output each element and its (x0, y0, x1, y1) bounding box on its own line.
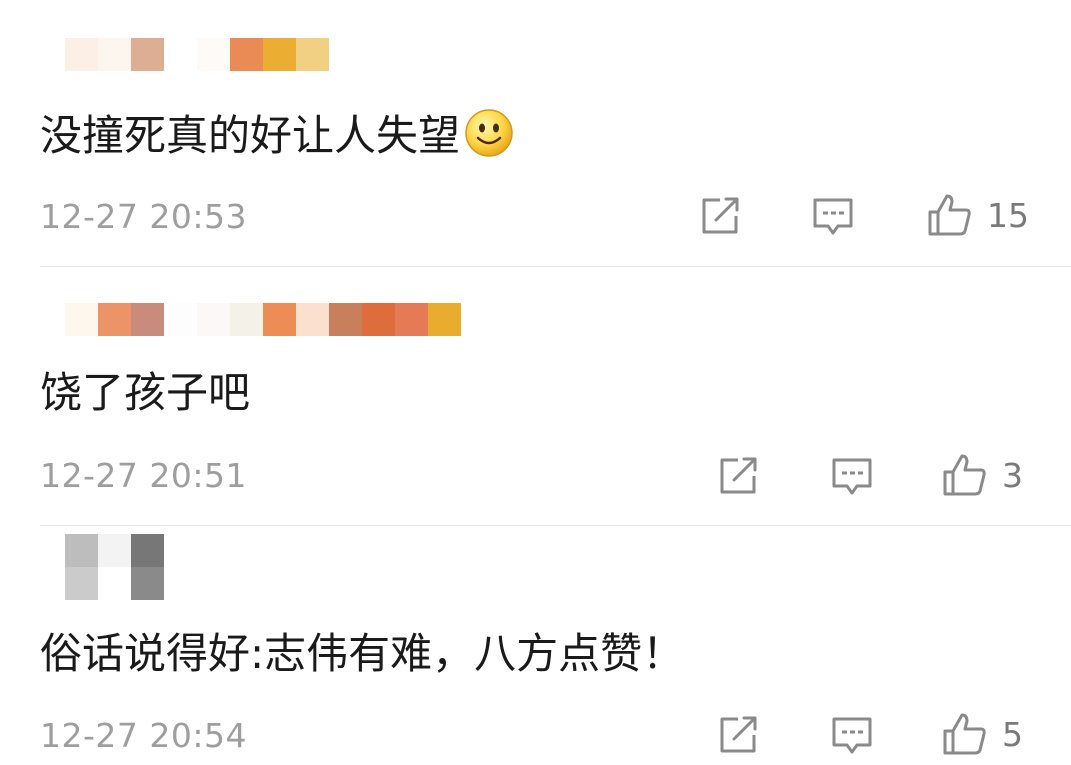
mosaic-block (65, 567, 98, 600)
reply-button[interactable] (831, 457, 873, 497)
mosaic-block (395, 303, 428, 336)
thumbs-up-icon (943, 454, 986, 496)
timestamp: 12-27 20:51 (40, 456, 247, 495)
mosaic-block (197, 303, 230, 336)
mosaic-block (230, 303, 263, 336)
mosaic-block (296, 303, 329, 336)
mosaic-block (329, 303, 362, 336)
like-button[interactable]: 3 (942, 453, 1023, 497)
thumbs-up-icon (928, 194, 971, 236)
like-button[interactable]: 5 (942, 712, 1023, 756)
timestamp: 12-27 20:54 (40, 716, 247, 755)
comment-icon (832, 717, 872, 754)
mosaic-block (230, 38, 263, 71)
like-count: 5 (1002, 714, 1023, 754)
timestamp: 12-27 20:53 (40, 197, 247, 236)
mosaic-row (40, 534, 164, 567)
comment-text: 俗话说得好:志伟有难，八方点赞！ (40, 629, 685, 678)
mosaic-column (428, 270, 461, 336)
like-count: 3 (1002, 455, 1023, 495)
mosaic-block (428, 303, 461, 336)
mosaic-block (131, 38, 164, 71)
username-pixelated[interactable] (40, 38, 329, 71)
mosaic-block (65, 38, 98, 71)
mosaic-block (263, 303, 296, 336)
share-button[interactable] (718, 457, 758, 495)
comment-body: 没撞死真的好让人失望 (40, 111, 461, 160)
mosaic-block (131, 303, 164, 336)
like-button[interactable]: 15 (927, 193, 1029, 237)
mosaic-block (98, 534, 131, 567)
thumbs-up-icon (943, 713, 986, 755)
mosaic-block (98, 303, 131, 336)
mosaic-block (131, 567, 164, 600)
comment-item: 饶了孩子吧 12-27 20:51 3 (0, 267, 1071, 525)
mosaic-block (428, 270, 461, 303)
mosaic-block (197, 38, 230, 71)
mosaic-block (65, 303, 98, 336)
comment-text: 饶了孩子吧 (40, 368, 251, 417)
reply-button[interactable] (812, 197, 854, 237)
username-pixelated[interactable] (40, 534, 164, 600)
mosaic-block (98, 567, 131, 600)
comment-text: 没撞死真的好让人失望 (40, 108, 514, 162)
mosaic-row (40, 567, 164, 600)
like-count: 15 (987, 195, 1029, 235)
share-icon (720, 457, 757, 494)
mosaic-block (296, 38, 329, 71)
mosaic-block (164, 38, 197, 71)
share-button[interactable] (718, 716, 758, 754)
comment-icon (832, 458, 872, 495)
mosaic-block (65, 534, 98, 567)
share-icon (720, 716, 757, 753)
comment-item: 俗话说得好:志伟有难，八方点赞！ 12-27 20:54 5 (0, 526, 1071, 765)
smiley-emoji-icon (464, 108, 514, 158)
mosaic-block (131, 534, 164, 567)
username-pixelated[interactable] (40, 270, 461, 336)
mosaic-block (263, 38, 296, 71)
share-button[interactable] (700, 197, 740, 235)
mosaic-block (362, 303, 395, 336)
reply-button[interactable] (831, 716, 873, 756)
comment-icon (813, 198, 853, 235)
share-icon (702, 197, 739, 234)
mosaic-block (164, 303, 197, 336)
comment-item: 没撞死真的好让人失望 12-27 20:53 15 (0, 0, 1071, 266)
mosaic-block (98, 38, 131, 71)
